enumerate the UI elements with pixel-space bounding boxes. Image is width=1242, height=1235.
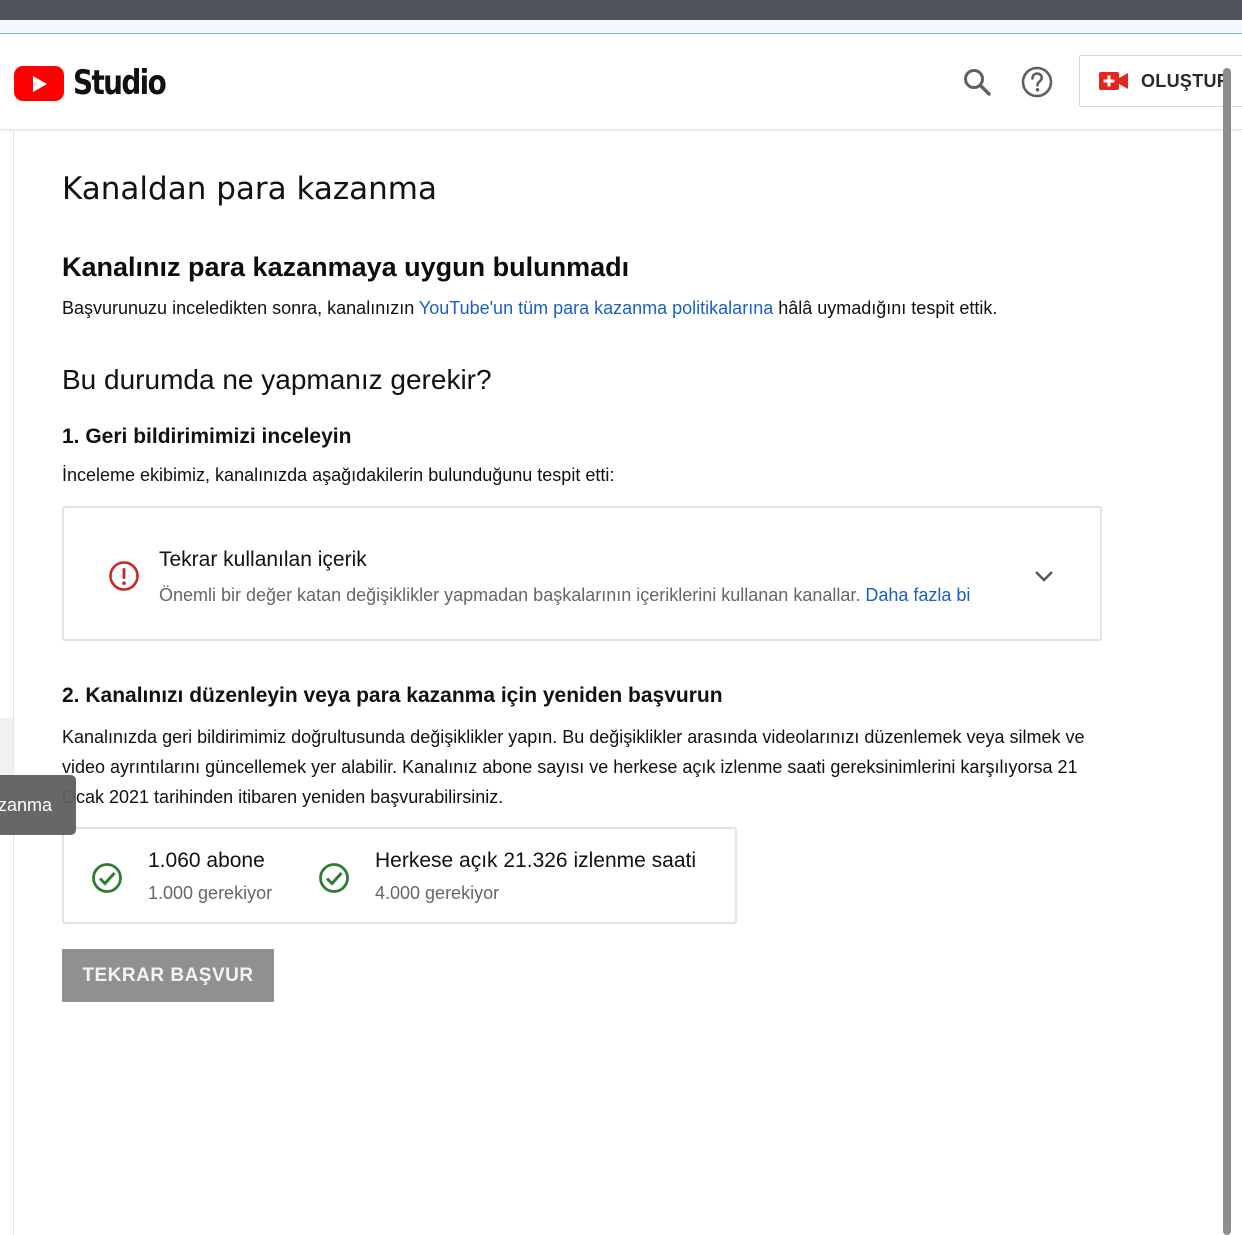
check-circle-icon [92,863,122,893]
check-circle-icon [319,863,349,893]
studio-header: Studio OLUŞTUR [0,35,1242,130]
subscriber-count: 1.060 abone [148,849,265,872]
browser-top-bar [0,0,1242,20]
alert-circle-icon [109,561,139,591]
issue-description: Önemli bir değer katan değişiklikler yap… [159,585,1025,606]
step1-text: İnceleme ekibimiz, kanalınızda aşağıdaki… [62,465,615,485]
step2-text: Kanalınızda geri bildirimimiz doğrultusu… [62,727,1085,807]
policies-link[interactable]: YouTube'un tüm para kazanma politikaları… [419,298,773,318]
step2-heading: 2. Kanalınızı düzenleyin veya para kazan… [62,684,723,707]
apply-again-button[interactable]: TEKRAR BAŞVUR [62,949,274,1002]
sidebar-item-stub[interactable] [0,718,13,775]
create-button-label: OLUŞTUR [1141,70,1231,91]
issue-card[interactable]: Tekrar kullanılan içerik Önemli bir değe… [62,506,1102,641]
status-heading: Kanalınız para kazanmaya uygun bulunmadı [62,252,630,282]
requirements-card: 1.060 abone 1.000 gerekiyor Herkese açık… [62,827,737,924]
search-icon [964,69,991,96]
step1-heading: 1. Geri bildirimimizi inceleyin [62,425,352,448]
video-plus-icon [1099,72,1128,90]
help-button[interactable] [1020,65,1054,99]
search-button[interactable] [960,65,994,99]
browser-tab-strip [0,20,1242,34]
chevron-down-icon[interactable] [1032,564,1056,588]
page-title: Kanaldan para kazanma [62,171,437,207]
create-button[interactable]: OLUŞTUR [1079,55,1242,107]
studio-logo[interactable]: Studio [14,63,185,103]
status-text-before: Başvurunuzu inceledikten sonra, kanalını… [62,298,419,318]
help-circle-icon [1021,66,1053,98]
status-text-after: hâlâ uymadığını tespit ettik. [773,298,998,318]
issue-title: Tekrar kullanılan içerik [159,548,367,571]
youtube-play-icon [14,65,64,101]
learn-more-link[interactable]: Daha fazla bi [865,585,970,605]
logo-text: Studio [73,63,167,103]
subscriber-requirement: 1.000 gerekiyor [148,883,273,903]
watch-hours-count: Herkese açık 21.326 izlenme saati [375,849,696,872]
scrollbar[interactable] [1223,68,1231,1235]
sidebar-tooltip: zanma [0,775,76,835]
what-to-do-heading: Bu durumda ne yapmanız gerekir? [62,364,492,395]
status-text: Başvurunuzu inceledikten sonra, kanalını… [62,298,997,319]
watch-hours-requirement: 4.000 gerekiyor [375,883,500,903]
issue-description-text: Önemli bir değer katan değişiklikler yap… [159,585,866,605]
sidebar-divider [13,130,14,1235]
